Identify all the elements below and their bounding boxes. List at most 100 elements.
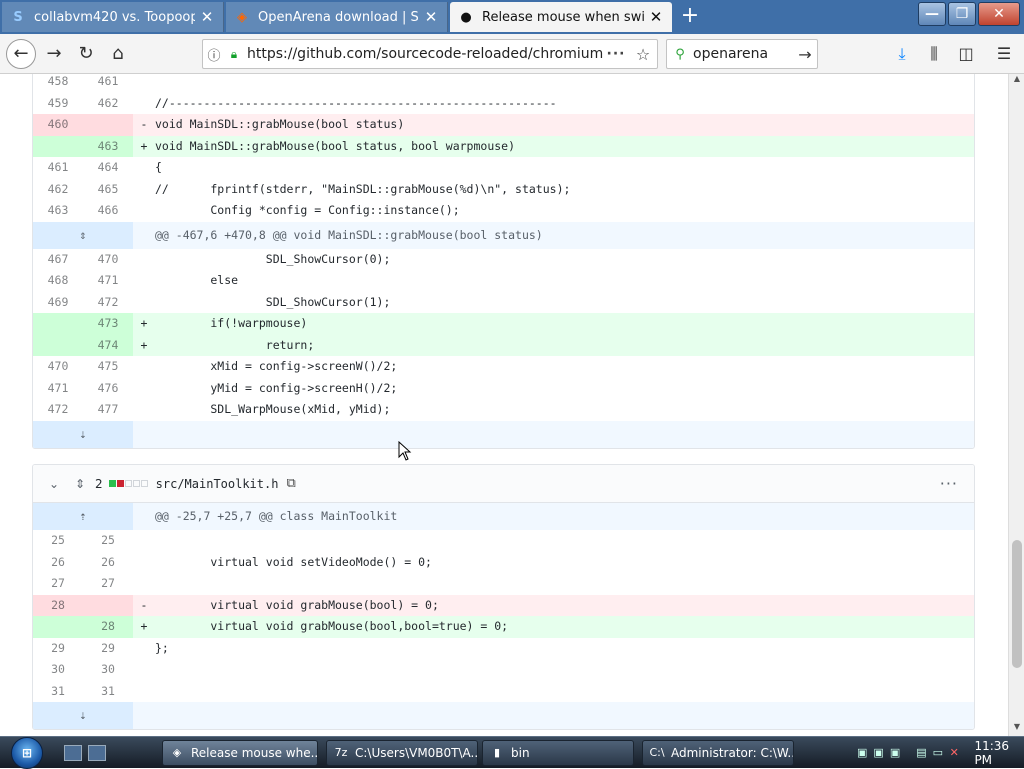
expand-all-icon[interactable]: ⇕ bbox=[69, 477, 91, 491]
sidebar-icon[interactable]: ◫ bbox=[952, 40, 980, 68]
old-line-number[interactable]: 30 bbox=[33, 659, 83, 681]
new-line-number[interactable]: 466 bbox=[83, 200, 133, 222]
close-icon[interactable]: ✕ bbox=[648, 8, 664, 26]
old-line-number[interactable]: 459 bbox=[33, 93, 83, 115]
new-line-number[interactable]: 25 bbox=[83, 530, 133, 552]
file-name[interactable]: src/MainToolkit.h bbox=[156, 477, 279, 491]
more-options-icon[interactable]: ··· bbox=[940, 474, 958, 493]
new-line-number[interactable]: 26 bbox=[83, 552, 133, 574]
old-line-number[interactable]: 26 bbox=[33, 552, 83, 574]
new-line-number[interactable] bbox=[83, 114, 133, 136]
scrollbar-thumb[interactable] bbox=[1012, 540, 1022, 668]
old-line-number[interactable]: 462 bbox=[33, 179, 83, 201]
url-text[interactable]: https://github.com/sourcecode-reloaded/c… bbox=[243, 46, 603, 62]
search-input[interactable]: openarena bbox=[693, 46, 793, 62]
back-button[interactable]: ← bbox=[6, 39, 36, 69]
old-line-number[interactable]: 470 bbox=[33, 356, 83, 378]
taskbar-button[interactable]: 7z C:\Users\VM0B0T\A... bbox=[326, 740, 478, 766]
new-line-number[interactable]: 27 bbox=[83, 573, 133, 595]
old-line-number[interactable] bbox=[33, 334, 83, 356]
menu-icon[interactable]: ☰ bbox=[990, 40, 1018, 68]
tab-release-mouse[interactable]: ● Release mouse when switching ✕ bbox=[450, 2, 672, 32]
tab-openarena[interactable]: ◈ OpenArena download | Source ✕ bbox=[226, 2, 448, 32]
page-actions-icon[interactable]: ··· bbox=[603, 46, 629, 62]
new-line-number[interactable]: 473 bbox=[83, 313, 133, 335]
display-icon[interactable]: ▭ bbox=[932, 746, 944, 760]
downloads-icon[interactable]: ⤓ bbox=[888, 40, 916, 68]
new-line-number[interactable]: 464 bbox=[83, 157, 133, 179]
volume-muted-icon[interactable]: ✕ bbox=[948, 746, 960, 760]
old-line-number[interactable] bbox=[33, 616, 83, 638]
new-line-number[interactable]: 472 bbox=[83, 292, 133, 314]
start-button[interactable]: ⊞ bbox=[4, 737, 50, 769]
new-line-number[interactable]: 28 bbox=[83, 616, 133, 638]
old-line-number[interactable]: 31 bbox=[33, 681, 83, 703]
new-line-number[interactable]: 471 bbox=[83, 270, 133, 292]
close-icon[interactable]: ✕ bbox=[423, 8, 439, 26]
info-icon[interactable]: ⓘ bbox=[203, 45, 225, 64]
old-line-number[interactable]: 27 bbox=[33, 573, 83, 595]
new-line-number[interactable]: 475 bbox=[83, 356, 133, 378]
old-line-number[interactable]: 469 bbox=[33, 292, 83, 314]
new-line-number[interactable]: 463 bbox=[83, 135, 133, 157]
expand-lines-icon[interactable]: ⇕ bbox=[33, 221, 133, 249]
old-line-number[interactable]: 463 bbox=[33, 200, 83, 222]
taskbar-button[interactable]: C:\ Administrator: C:\W... bbox=[642, 740, 794, 766]
tab-collabvm[interactable]: S collabvm420 vs. Toopoopforu ✕ bbox=[2, 2, 224, 32]
new-line-number[interactable]: 31 bbox=[83, 681, 133, 703]
restore-button[interactable]: ❐ bbox=[948, 2, 976, 26]
old-line-number[interactable]: 29 bbox=[33, 638, 83, 660]
network-icon[interactable]: ▤ bbox=[915, 746, 927, 760]
clock[interactable]: 11:36 PM bbox=[974, 739, 1024, 767]
page-scrollbar[interactable]: ▲ ▼ bbox=[1008, 74, 1024, 736]
old-line-number[interactable]: 461 bbox=[33, 157, 83, 179]
tray-app-icon[interactable]: ▣ bbox=[856, 746, 868, 760]
code-text: return; bbox=[155, 337, 315, 352]
old-line-number[interactable]: 467 bbox=[33, 249, 83, 271]
search-go-icon[interactable]: → bbox=[793, 45, 817, 64]
home-button[interactable]: ⌂ bbox=[104, 40, 132, 68]
new-line-number[interactable]: 30 bbox=[83, 659, 133, 681]
taskbar-button[interactable]: ◈ Release mouse whe... bbox=[162, 740, 318, 766]
minimize-button[interactable]: — bbox=[918, 2, 946, 26]
collapse-chevron-icon[interactable]: ⌄ bbox=[49, 477, 69, 491]
show-desktop-icon[interactable] bbox=[64, 745, 82, 761]
expand-lines-icon[interactable]: ⇣ bbox=[33, 420, 133, 448]
old-line-number[interactable]: 25 bbox=[33, 530, 83, 552]
old-line-number[interactable]: 471 bbox=[33, 378, 83, 400]
taskbar-button[interactable]: ▮ bin bbox=[482, 740, 634, 766]
expand-lines-icon[interactable]: ⇣ bbox=[33, 702, 133, 729]
new-line-number[interactable]: 29 bbox=[83, 638, 133, 660]
new-line-number[interactable]: 470 bbox=[83, 249, 133, 271]
search-bar[interactable]: ⚲ openarena → bbox=[666, 39, 818, 69]
bookmark-star-icon[interactable]: ☆ bbox=[629, 45, 657, 64]
copy-path-icon[interactable]: ⧉ bbox=[286, 476, 295, 491]
new-line-number[interactable]: 462 bbox=[83, 93, 133, 115]
address-bar[interactable]: ⓘ 🔒︎ https://github.com/sourcecode-reloa… bbox=[202, 39, 658, 69]
library-icon[interactable]: ⫼ bbox=[920, 40, 948, 68]
new-tab-button[interactable]: + bbox=[676, 4, 704, 30]
new-line-number[interactable] bbox=[83, 594, 133, 616]
new-line-number[interactable]: 474 bbox=[83, 334, 133, 356]
new-line-number[interactable]: 476 bbox=[83, 378, 133, 400]
old-line-number[interactable] bbox=[33, 313, 83, 335]
scroll-down-icon[interactable]: ▼ bbox=[1009, 722, 1024, 736]
window-close-button[interactable]: ✕ bbox=[978, 2, 1020, 26]
tray-app-icon[interactable]: ▣ bbox=[872, 746, 884, 760]
tray-app-icon[interactable]: ▣ bbox=[889, 746, 901, 760]
scroll-up-icon[interactable]: ▲ bbox=[1009, 74, 1024, 88]
old-line-number[interactable]: 28 bbox=[33, 594, 83, 616]
old-line-number[interactable]: 458 bbox=[33, 74, 83, 93]
old-line-number[interactable]: 468 bbox=[33, 270, 83, 292]
expand-lines-icon[interactable]: ⇡ bbox=[33, 503, 133, 530]
reload-button[interactable]: ↻ bbox=[72, 40, 100, 68]
new-line-number[interactable]: 477 bbox=[83, 399, 133, 421]
old-line-number[interactable]: 460 bbox=[33, 114, 83, 136]
new-line-number[interactable]: 461 bbox=[83, 74, 133, 93]
new-line-number[interactable]: 465 bbox=[83, 179, 133, 201]
close-icon[interactable]: ✕ bbox=[199, 8, 215, 26]
switch-windows-icon[interactable] bbox=[88, 745, 106, 761]
forward-button[interactable]: → bbox=[40, 40, 68, 68]
old-line-number[interactable]: 472 bbox=[33, 399, 83, 421]
old-line-number[interactable] bbox=[33, 135, 83, 157]
